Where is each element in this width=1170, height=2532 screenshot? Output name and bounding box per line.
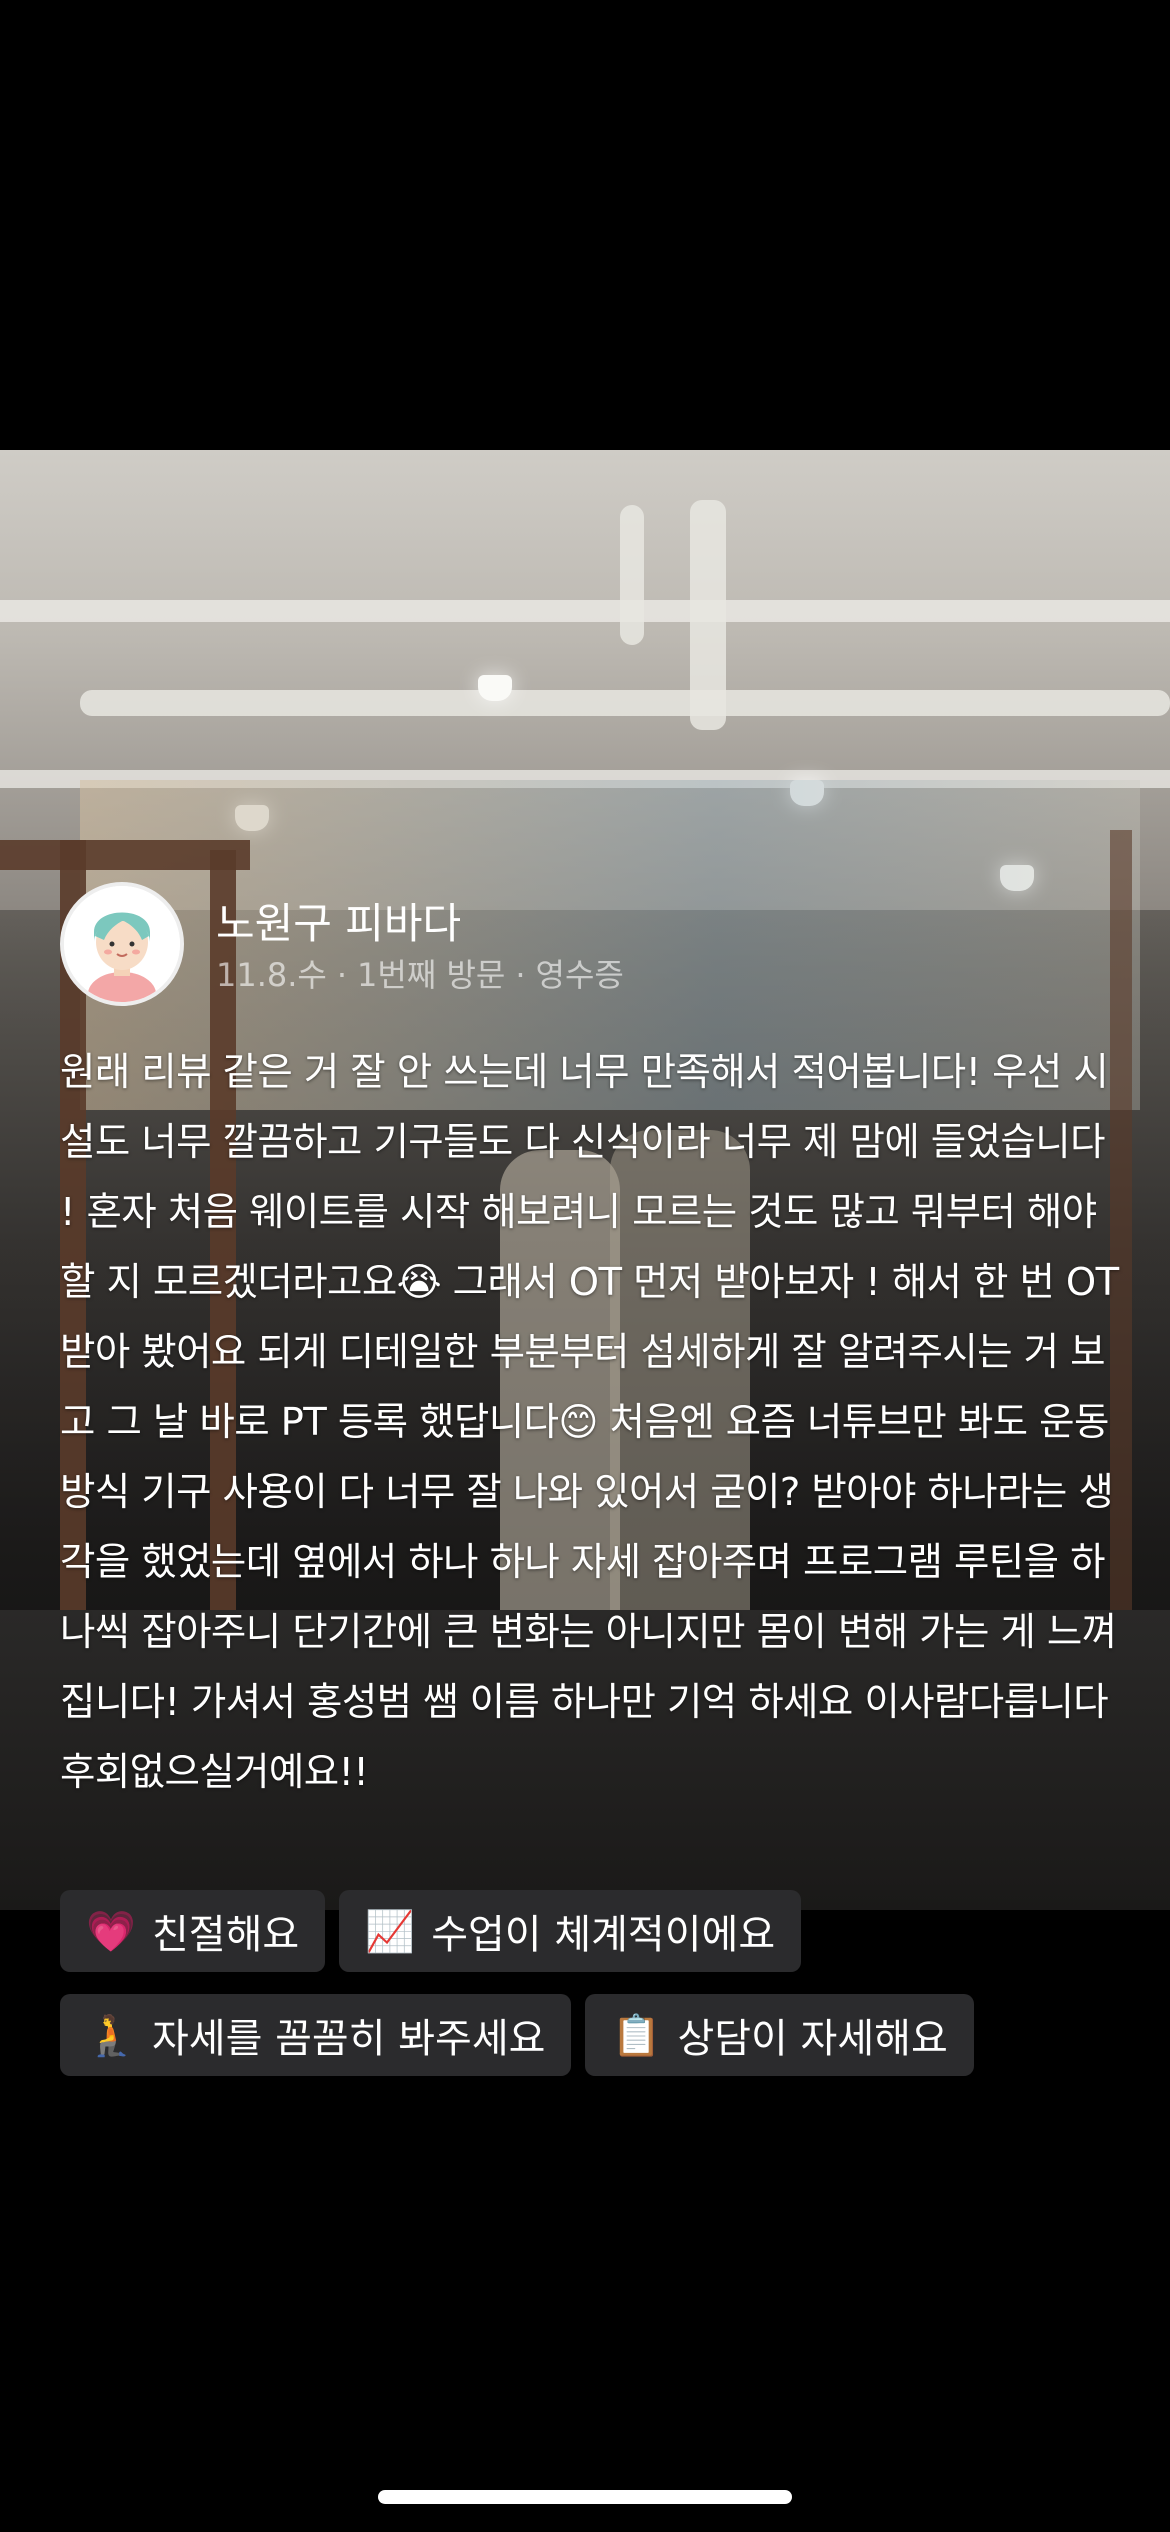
tag-label: 자세를 꼼꼼히 봐주세요 <box>152 2016 546 2062</box>
tag-posture[interactable]: 🧎 자세를 꼼꼼히 봐주세요 <box>60 1994 572 2076</box>
tag-label: 상담이 자세해요 <box>677 2016 948 2062</box>
tag-row: 💗 친절해요 📈 수업이 체계적이에요 <box>60 1890 1120 1972</box>
photo-pipe <box>80 690 1170 716</box>
photo-light <box>478 675 512 701</box>
visit-count: 1번째 방문 <box>357 956 506 994</box>
tag-row: 🧎 자세를 꼼꼼히 봐주세요 📋 상담이 자세해요 <box>60 1994 1120 2076</box>
review-body: 원래 리뷰 같은 거 잘 안 쓰는데 너무 만족해서 적어봅니다! 우선 시설도… <box>60 1050 1119 1795</box>
heart-icon: 💗 <box>86 1908 136 1955</box>
home-indicator[interactable] <box>378 2490 792 2504</box>
photo-pipe <box>690 500 726 730</box>
meta-separator: · <box>336 956 348 994</box>
clipboard-icon: 📋 <box>611 2012 662 2059</box>
kneeling-person-icon: 🧎 <box>86 2012 136 2059</box>
tag-consultation[interactable]: 📋 상담이 자세해요 <box>585 1994 974 2076</box>
photo-beam <box>0 600 1170 622</box>
author-name[interactable]: 노원구 피바다 <box>216 890 461 951</box>
meta-separator: · <box>515 956 526 994</box>
visit-date: 11.8.수 <box>216 956 327 994</box>
proof-type: 영수증 <box>535 956 624 994</box>
tag-kind[interactable]: 💗 친절해요 <box>60 1890 326 1972</box>
keyword-tags: 💗 친절해요 📈 수업이 체계적이에요 🧎 자세를 꼼꼼히 봐주세요 📋 상담이… <box>60 1890 1120 2098</box>
tag-label: 수업이 체계적이에요 <box>431 1912 776 1958</box>
chart-up-icon: 📈 <box>365 1908 416 1955</box>
photo-pipe <box>620 505 644 645</box>
tag-label: 친절해요 <box>152 1912 300 1958</box>
review-meta: 11.8.수 · 1번째 방문 · 영수증 <box>216 950 624 996</box>
user-avatar-icon[interactable] <box>60 882 184 1006</box>
tag-systematic[interactable]: 📈 수업이 체계적이에요 <box>339 1890 802 1972</box>
